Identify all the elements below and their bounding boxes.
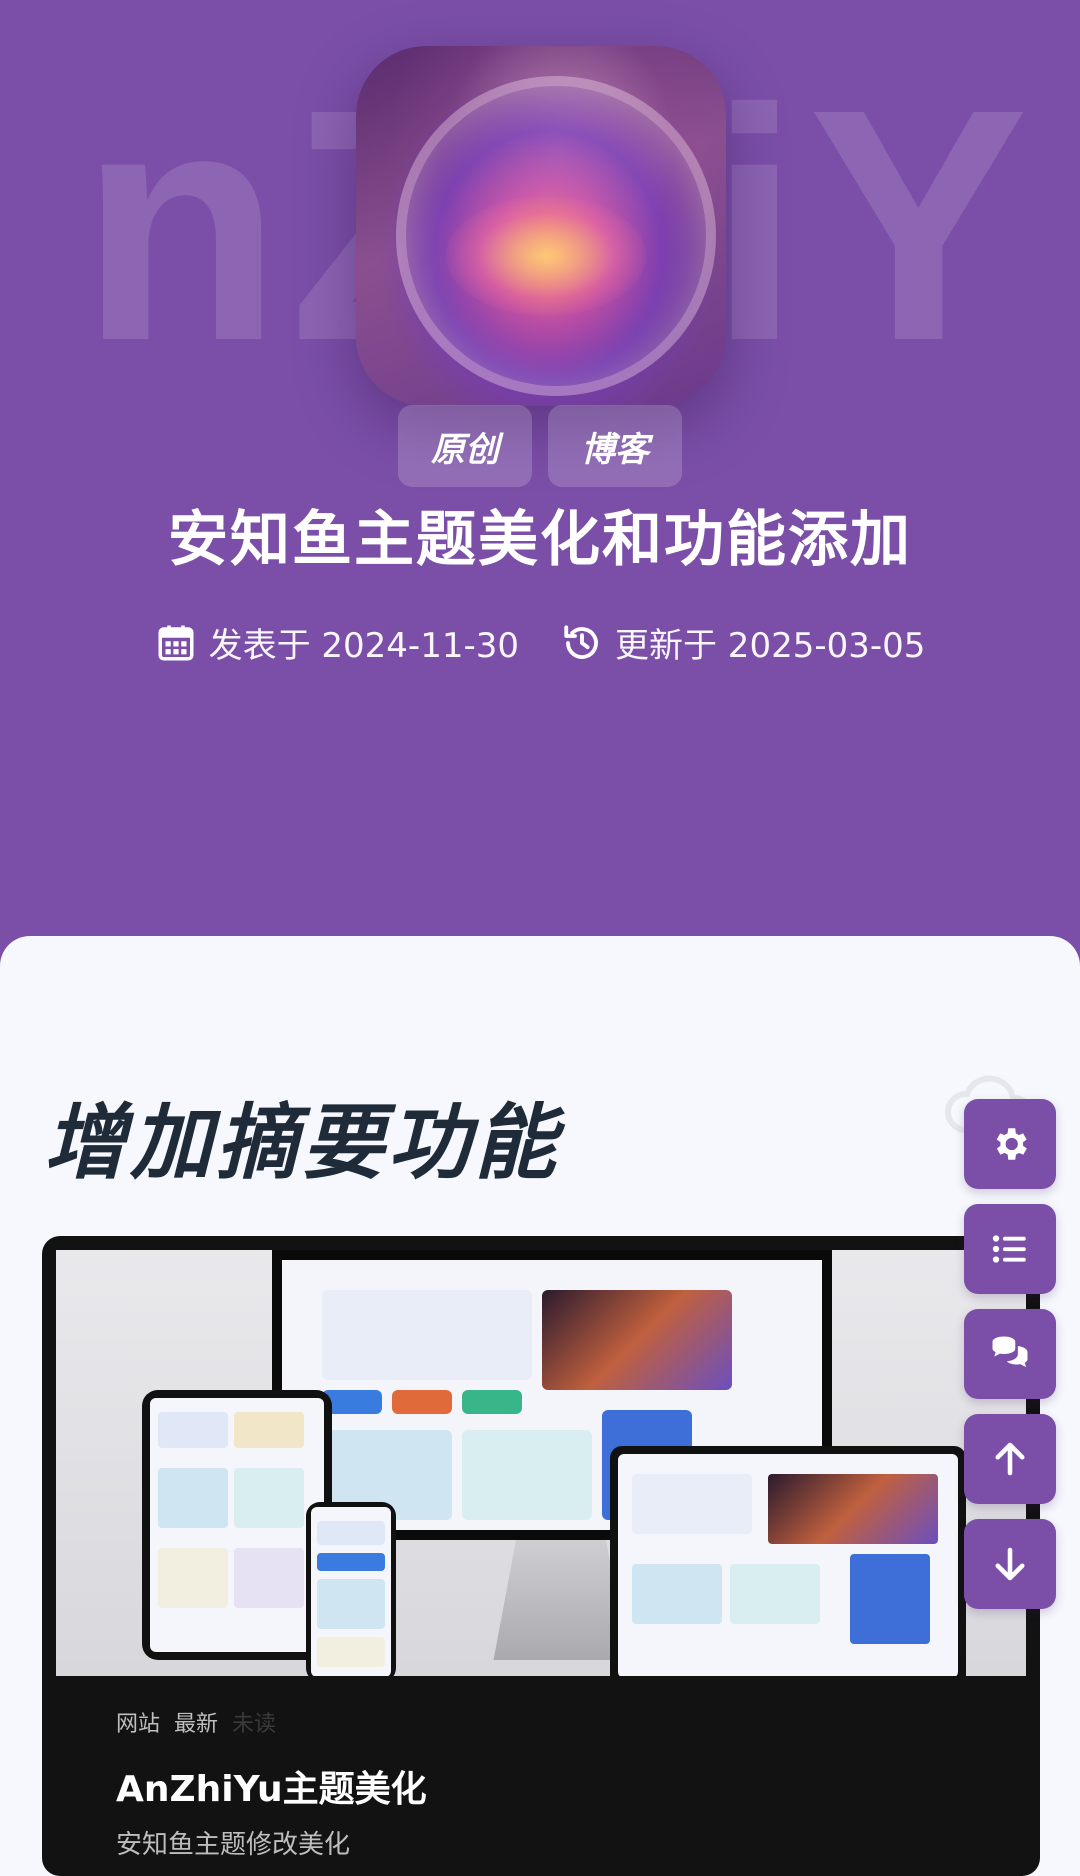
comments-icon <box>992 1336 1028 1368</box>
crumb-unread[interactable]: 未读 <box>232 1706 276 1738</box>
toc-button[interactable] <box>964 1204 1056 1294</box>
laptop-mockup <box>610 1446 966 1676</box>
phone-mockup <box>306 1502 396 1676</box>
tablet-mockup <box>142 1390 332 1660</box>
post-tags: 原创 博客 <box>0 405 1080 487</box>
cover-image <box>356 46 726 406</box>
floating-toolbar <box>964 1099 1056 1624</box>
calendar-icon <box>158 625 194 660</box>
card-subtitle: 安知鱼主题修改美化 <box>116 1830 351 1860</box>
gear-icon <box>996 1128 1027 1160</box>
settings-button[interactable] <box>964 1099 1056 1189</box>
tag-original[interactable]: 原创 <box>398 405 532 487</box>
card-caption: 网站 最新 未读 AnZhiYu主题美化 安知鱼主题修改美化 <box>116 1706 427 1861</box>
card-crumbs: 网站 最新 未读 <box>116 1706 427 1738</box>
tag-blog[interactable]: 博客 <box>548 405 682 487</box>
post-hero: nZhiY 原创 博客 安知鱼主题美化和功能添加 发表于 2024-11-30 <box>0 0 1080 980</box>
article-content: 增加摘要功能 网站 最新 未读 AnZhiYu主题美化 安知鱼主题修改美化 <box>0 936 1080 1876</box>
post-title: 安知鱼主题美化和功能添加 <box>168 505 912 575</box>
scroll-top-button[interactable] <box>964 1414 1056 1504</box>
post-meta: 发表于 2024-11-30 更新于 2025-03-05 <box>0 618 1080 667</box>
history-icon <box>564 624 598 659</box>
crumb-latest[interactable]: 最新 <box>174 1706 218 1738</box>
section-heading: 增加摘要功能 <box>44 1096 560 1191</box>
comments-button[interactable] <box>964 1309 1056 1399</box>
published-date: 发表于 2024-11-30 <box>155 618 519 667</box>
card-title[interactable]: AnZhiYu主题美化 <box>116 1760 427 1812</box>
post-card[interactable]: 网站 最新 未读 AnZhiYu主题美化 安知鱼主题修改美化 <box>42 1236 1040 1876</box>
published-label: 发表于 2024-11-30 <box>208 626 519 666</box>
arrow-up-icon <box>995 1442 1025 1476</box>
card-preview-image <box>56 1250 1026 1676</box>
updated-label: 更新于 2025-03-05 <box>615 626 926 666</box>
crumb-site[interactable]: 网站 <box>116 1706 160 1738</box>
updated-date: 更新于 2025-03-05 <box>561 618 925 667</box>
arrow-down-icon <box>995 1547 1025 1581</box>
scroll-bottom-button[interactable] <box>964 1519 1056 1609</box>
cover-glow <box>446 196 646 316</box>
list-icon <box>992 1235 1026 1263</box>
